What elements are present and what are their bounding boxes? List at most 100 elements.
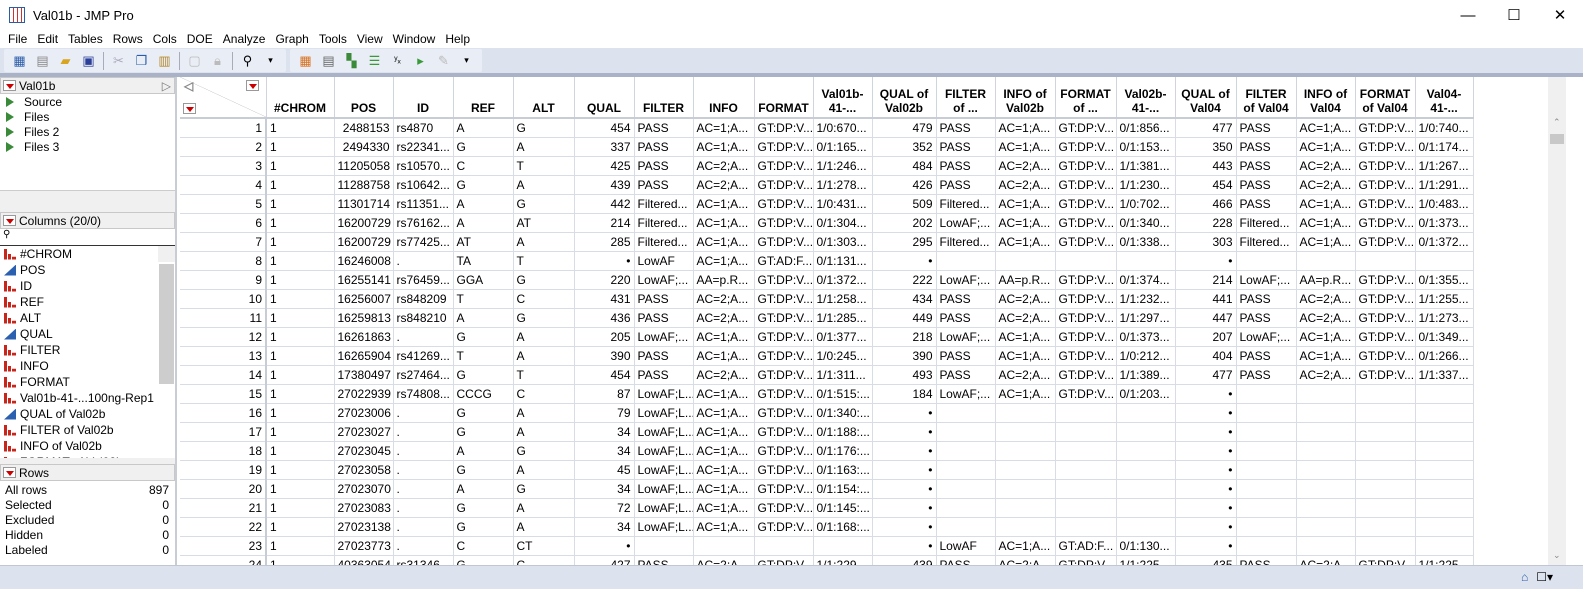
table-cell[interactable]: •: [1175, 251, 1237, 271]
table-cell[interactable]: .: [393, 479, 454, 499]
table-row[interactable]: 5 1 11301714 rs11351... A G 442 Filtered... AC=1…: [180, 194, 1474, 214]
table-cell[interactable]: GT:DP:V...: [1355, 289, 1416, 309]
table-cell[interactable]: 1/1:246...: [813, 156, 873, 176]
table-cell[interactable]: [1055, 422, 1117, 442]
table-cell[interactable]: 1: [266, 384, 335, 404]
table-cell[interactable]: GT:DP:V...: [1055, 194, 1117, 214]
table-row[interactable]: 22 1 27023138. G A 34 LowAF;L... AC=1;A... GT:DP…: [180, 517, 1474, 537]
table-cell[interactable]: .: [393, 517, 454, 537]
table-cell[interactable]: [995, 422, 1056, 442]
table-cell[interactable]: A: [453, 308, 514, 328]
column-header[interactable]: FILTER of Val04: [1236, 77, 1297, 119]
table-cell[interactable]: GT:DP:V...: [1055, 555, 1117, 565]
table-cell[interactable]: AC=1;A...: [693, 194, 755, 214]
table-cell[interactable]: [1355, 460, 1416, 480]
table-cell[interactable]: 0/1:374...: [1116, 270, 1176, 290]
table-cell[interactable]: .: [393, 536, 454, 556]
table-cell[interactable]: PASS: [1236, 346, 1297, 366]
table-cell[interactable]: 1/1:337...: [1415, 365, 1474, 385]
table-cell[interactable]: 0/1:266...: [1415, 346, 1474, 366]
table-row[interactable]: 19 1 27023058. G A 45 LowAF;L... AC=1;A... GT:DP…: [180, 460, 1474, 480]
table-cell[interactable]: 1: [266, 517, 335, 537]
table-cell[interactable]: AC=2;A...: [693, 289, 755, 309]
table-cell[interactable]: 493: [872, 365, 937, 385]
table-cell[interactable]: AC=1;A...: [995, 137, 1056, 157]
table-cell[interactable]: AC=1;A...: [1296, 232, 1356, 252]
table-cell[interactable]: [1415, 460, 1474, 480]
table-cell[interactable]: 1: [266, 346, 335, 366]
table-cell[interactable]: AC=1;A...: [693, 232, 755, 252]
table-cell[interactable]: 454: [574, 365, 635, 385]
table-cell[interactable]: AC=2;A...: [995, 156, 1056, 176]
table-cell[interactable]: A: [513, 175, 575, 195]
table-cell[interactable]: [995, 251, 1056, 271]
table-cell[interactable]: •: [1175, 517, 1237, 537]
run-script-icon[interactable]: [6, 126, 14, 137]
new-table-icon[interactable]: ▦: [10, 51, 29, 70]
table-cell[interactable]: PASS: [634, 289, 694, 309]
row-number[interactable]: 18: [180, 441, 267, 461]
column-header[interactable]: FILTER of ...: [936, 77, 996, 119]
table-cell[interactable]: 390: [872, 346, 937, 366]
table-cell[interactable]: 1/0:702...: [1116, 194, 1176, 214]
table-cell[interactable]: •: [1175, 441, 1237, 461]
table-cell[interactable]: 1/1:258...: [813, 289, 873, 309]
table-row[interactable]: 20 1 27023070. A G 34 LowAF;L... AC=1;A... GT:DP…: [180, 479, 1474, 499]
column-header[interactable]: Val02b- 41-...: [1116, 77, 1176, 119]
table-cell[interactable]: PASS: [634, 308, 694, 328]
table-cell[interactable]: •: [872, 403, 937, 423]
table-cell[interactable]: 0/1:203...: [1116, 384, 1176, 404]
table-cell[interactable]: 34: [574, 479, 635, 499]
home-icon[interactable]: ⌂: [1521, 570, 1528, 584]
table-cell[interactable]: AC=1;A...: [693, 118, 755, 138]
table-cell[interactable]: GT:DP:V...: [754, 346, 814, 366]
table-cell[interactable]: [1236, 441, 1297, 461]
table-cell[interactable]: 0/1:373...: [1116, 327, 1176, 347]
table-cell[interactable]: GT:DP:V...: [1355, 365, 1416, 385]
row-number[interactable]: 12: [180, 327, 267, 347]
table-cell[interactable]: GT:DP:V...: [754, 175, 814, 195]
table-cell[interactable]: AC=1;A...: [693, 460, 755, 480]
table-cell[interactable]: GT:DP:V...: [754, 327, 814, 347]
table-cell[interactable]: 0/1:340...: [1116, 213, 1176, 233]
table-row[interactable]: 6 1 16200729 rs76162... A AT 214 Filtered... AC=…: [180, 213, 1474, 233]
table-cell[interactable]: [1355, 498, 1416, 518]
table-cell[interactable]: PASS: [1236, 365, 1297, 385]
table-cell[interactable]: PASS: [634, 555, 694, 565]
table-cell[interactable]: 220: [574, 270, 635, 290]
table-cell[interactable]: 1: [266, 536, 335, 556]
preferences-icon[interactable]: ▢: [185, 51, 204, 70]
table-cell[interactable]: [1296, 536, 1356, 556]
table-cell[interactable]: AA=p.R...: [995, 270, 1056, 290]
table-cell[interactable]: 214: [574, 213, 635, 233]
table-cell[interactable]: •: [872, 536, 937, 556]
row-number[interactable]: 11: [180, 308, 267, 328]
table-cell[interactable]: GT:DP:V...: [754, 555, 814, 565]
table-cell[interactable]: 27023027: [334, 422, 394, 442]
table-cell[interactable]: 11301714: [334, 194, 394, 214]
table-cell[interactable]: LowAF;L...: [634, 403, 694, 423]
fit-y-by-x-icon[interactable]: ʸₓ: [388, 51, 407, 70]
table-cell[interactable]: [693, 536, 755, 556]
row-number[interactable]: 13: [180, 346, 267, 366]
table-cell[interactable]: LowAF;L...: [634, 479, 694, 499]
script-files[interactable]: Files: [0, 109, 175, 124]
table-cell[interactable]: PASS: [1236, 156, 1297, 176]
table-cell[interactable]: GT:DP:V...: [754, 156, 814, 176]
table-cell[interactable]: [1236, 479, 1297, 499]
table-cell[interactable]: AC=2;A...: [1296, 175, 1356, 195]
table-cell[interactable]: •: [1175, 403, 1237, 423]
table-cell[interactable]: 1/0:740...: [1415, 118, 1474, 138]
run-script-icon[interactable]: [6, 141, 14, 152]
table-cell[interactable]: G: [513, 194, 575, 214]
script-source[interactable]: Source: [0, 94, 175, 109]
table-cell[interactable]: 0/1:303...: [813, 232, 873, 252]
table-cell[interactable]: 0/1:131...: [813, 251, 873, 271]
table-cell[interactable]: 0/1:377...: [813, 327, 873, 347]
rows-panel-header[interactable]: Rows: [0, 464, 175, 481]
table-cell[interactable]: 1/1:225...: [1116, 555, 1176, 565]
table-cell[interactable]: [1055, 517, 1117, 537]
table-cell[interactable]: [1296, 403, 1356, 423]
table-cell[interactable]: •: [1175, 498, 1237, 518]
table-cell[interactable]: GT:DP:V...: [1355, 270, 1416, 290]
